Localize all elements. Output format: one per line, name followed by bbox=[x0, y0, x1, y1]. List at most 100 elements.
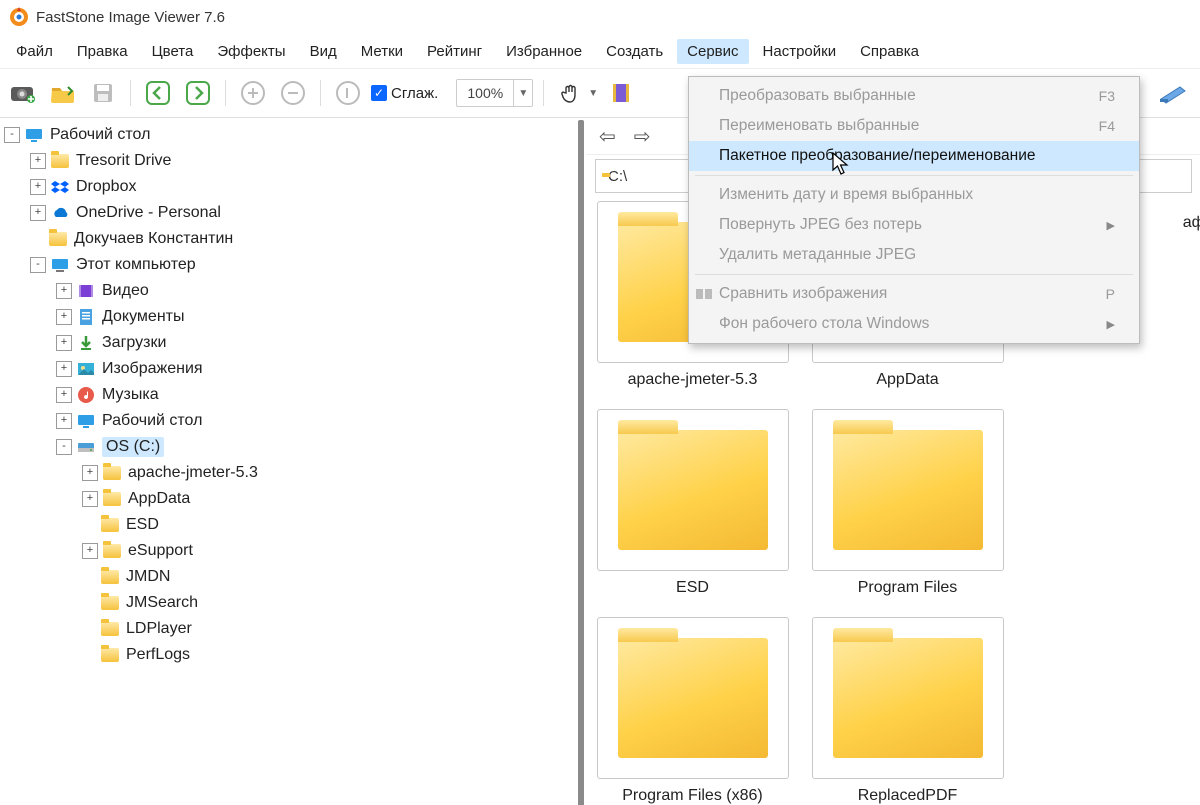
service-menu-dropdown[interactable]: Преобразовать выбранныеF3Переименовать в… bbox=[688, 76, 1140, 344]
menu-эффекты[interactable]: Эффекты bbox=[207, 39, 295, 64]
expand-icon[interactable]: + bbox=[56, 335, 72, 351]
expand-icon[interactable]: + bbox=[56, 413, 72, 429]
expand-icon[interactable]: + bbox=[56, 309, 72, 325]
zoom-in-icon[interactable] bbox=[236, 76, 270, 110]
tree-item[interactable]: + Dropbox bbox=[0, 174, 575, 200]
desktop2-icon bbox=[76, 412, 96, 430]
spacer bbox=[82, 622, 96, 636]
tree-item[interactable]: +AppData bbox=[0, 486, 575, 512]
nav-back-icon[interactable] bbox=[141, 76, 175, 110]
folder-thumbnail[interactable]: ESD bbox=[595, 409, 790, 597]
chevron-down-icon[interactable]: ▼ bbox=[513, 80, 532, 106]
separator bbox=[225, 80, 226, 106]
menu-цвета[interactable]: Цвета bbox=[142, 39, 204, 64]
menu-item-label: Сравнить изображения bbox=[719, 285, 887, 303]
expand-icon[interactable]: + bbox=[56, 361, 72, 377]
expand-icon[interactable]: + bbox=[30, 205, 46, 221]
splitter[interactable] bbox=[575, 118, 587, 805]
scanner-icon[interactable] bbox=[1156, 76, 1190, 110]
folder-thumbnail[interactable]: Program Files bbox=[810, 409, 1005, 597]
menu-метки[interactable]: Метки bbox=[351, 39, 413, 64]
tree-label: OS (C:) bbox=[102, 437, 164, 457]
tree-item[interactable]: -Рабочий стол bbox=[0, 122, 575, 148]
clipped-button-label[interactable]: афика bbox=[1183, 214, 1200, 232]
smoothing-label: Сглаж. bbox=[391, 85, 438, 102]
folder-icon bbox=[102, 464, 122, 482]
menu-создать[interactable]: Создать bbox=[596, 39, 673, 64]
tree-item[interactable]: +Изображения bbox=[0, 356, 575, 382]
tree-item[interactable]: +OneDrive - Personal bbox=[0, 200, 575, 226]
tree-item[interactable]: JMDN bbox=[0, 564, 575, 590]
folder-tree[interactable]: -Рабочий стол+Tresorit Drive+Dropbox+One… bbox=[0, 118, 575, 672]
forward-arrow-icon[interactable]: ⇨ bbox=[630, 124, 655, 149]
tree-item[interactable]: -Этот компьютер bbox=[0, 252, 575, 278]
menu-shortcut: P bbox=[1106, 286, 1115, 302]
zoom-combo[interactable]: 100% ▼ bbox=[456, 79, 533, 107]
tree-item[interactable]: +Рабочий стол bbox=[0, 408, 575, 434]
folder-thumbnail[interactable]: Program Files (x86) bbox=[595, 617, 790, 805]
tree-item[interactable]: PerfLogs bbox=[0, 642, 575, 668]
expand-icon[interactable]: + bbox=[82, 543, 98, 559]
tree-item[interactable]: JMSearch bbox=[0, 590, 575, 616]
folder-large-icon bbox=[812, 409, 1004, 571]
tree-item[interactable]: ESD bbox=[0, 512, 575, 538]
zoom-actual-icon[interactable] bbox=[331, 76, 365, 110]
collapse-icon[interactable]: - bbox=[30, 257, 46, 273]
checkbox-checked-icon: ✓ bbox=[371, 85, 387, 101]
expand-icon[interactable]: + bbox=[30, 179, 46, 195]
menu-файл[interactable]: Файл bbox=[6, 39, 63, 64]
folder-icon bbox=[100, 568, 120, 586]
menu-item[interactable]: Пакетное преобразование/переименование bbox=[689, 141, 1139, 171]
folder-thumbnail[interactable]: ReplacedPDF bbox=[810, 617, 1005, 805]
menu-item: Изменить дату и время выбранных bbox=[689, 180, 1139, 210]
drive-icon bbox=[76, 438, 96, 456]
menu-item-label: Фон рабочего стола Windows bbox=[719, 315, 929, 333]
expand-icon[interactable]: + bbox=[56, 283, 72, 299]
menu-сервис[interactable]: Сервис bbox=[677, 39, 748, 64]
menu-настройки[interactable]: Настройки bbox=[753, 39, 847, 64]
spacer bbox=[82, 596, 96, 610]
collapse-icon[interactable]: - bbox=[56, 439, 72, 455]
tree-item[interactable]: +Загрузки bbox=[0, 330, 575, 356]
menu-item-label: Пакетное преобразование/переименование bbox=[719, 147, 1036, 165]
tree-item[interactable]: - OS (C:) bbox=[0, 434, 575, 460]
expand-icon[interactable]: + bbox=[82, 465, 98, 481]
tree-item[interactable]: +apache-jmeter-5.3 bbox=[0, 460, 575, 486]
expand-icon[interactable]: + bbox=[30, 153, 46, 169]
menu-справка[interactable]: Справка bbox=[850, 39, 929, 64]
folder-large-icon bbox=[597, 617, 789, 779]
pc-icon bbox=[50, 256, 70, 274]
tree-label: JMDN bbox=[126, 568, 170, 586]
tree-label: Докучаев Константин bbox=[74, 230, 233, 248]
hand-tool-icon[interactable] bbox=[554, 76, 588, 110]
tree-item[interactable]: +eSupport bbox=[0, 538, 575, 564]
menu-separator bbox=[695, 175, 1133, 176]
menu-избранное[interactable]: Избранное bbox=[496, 39, 592, 64]
menu-вид[interactable]: Вид bbox=[300, 39, 347, 64]
menu-правка[interactable]: Правка bbox=[67, 39, 138, 64]
menu-item: Преобразовать выбранныеF3 bbox=[689, 81, 1139, 111]
tree-item[interactable]: Докучаев Константин bbox=[0, 226, 575, 252]
save-icon[interactable] bbox=[86, 76, 120, 110]
smoothing-checkbox[interactable]: ✓ Сглаж. bbox=[371, 85, 438, 102]
expand-icon[interactable]: + bbox=[56, 387, 72, 403]
camera-icon[interactable] bbox=[6, 76, 40, 110]
separator bbox=[130, 80, 131, 106]
nav-forward-icon[interactable] bbox=[181, 76, 215, 110]
menu-item-label: Удалить метаданные JPEG bbox=[719, 246, 916, 264]
tree-item[interactable]: +Видео bbox=[0, 278, 575, 304]
folder-icon bbox=[100, 594, 120, 612]
menu-рейтинг[interactable]: Рейтинг bbox=[417, 39, 492, 64]
tree-item[interactable]: +Tresorit Drive bbox=[0, 148, 575, 174]
chevron-down-icon[interactable]: ▼ bbox=[588, 88, 598, 99]
tree-item[interactable]: LDPlayer bbox=[0, 616, 575, 642]
zoom-out-icon[interactable] bbox=[276, 76, 310, 110]
film-tool-icon[interactable] bbox=[604, 76, 638, 110]
back-arrow-icon[interactable]: ⇦ bbox=[595, 124, 620, 149]
collapse-icon[interactable]: - bbox=[4, 127, 20, 143]
open-folder-icon[interactable] bbox=[46, 76, 80, 110]
expand-icon[interactable]: + bbox=[82, 491, 98, 507]
tree-item[interactable]: +Документы bbox=[0, 304, 575, 330]
tree-label: Dropbox bbox=[76, 178, 136, 196]
tree-item[interactable]: +Музыка bbox=[0, 382, 575, 408]
